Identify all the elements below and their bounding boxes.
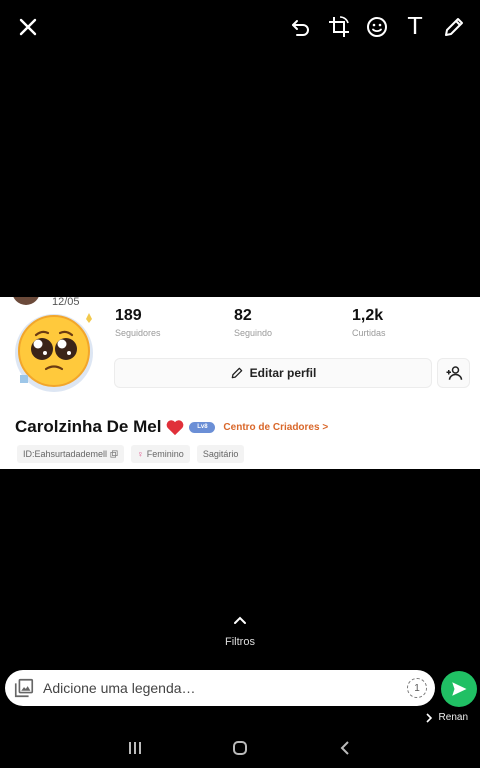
recipient-chip[interactable]: Renan	[425, 712, 468, 723]
chevron-right-icon	[425, 712, 432, 723]
caption-bar: 1	[5, 670, 435, 706]
avatar	[8, 301, 100, 393]
add-friend-button[interactable]	[437, 358, 470, 388]
pleading-face-emoji	[15, 313, 93, 392]
gallery-icon[interactable]	[13, 677, 35, 699]
creator-center-link[interactable]: Centro de Criadores >	[223, 422, 328, 433]
recipient-name: Renan	[438, 712, 468, 723]
add-person-icon	[446, 366, 462, 380]
crop-rotate-icon[interactable]	[324, 12, 354, 42]
editor-toolbar: T	[0, 0, 480, 54]
undo-icon[interactable]	[286, 12, 316, 42]
following-stat[interactable]: 82 Seguindo	[234, 307, 272, 338]
female-icon: ♀	[137, 449, 144, 459]
followers-stat[interactable]: 189 Seguidores	[115, 307, 161, 338]
send-button[interactable]	[441, 671, 477, 707]
zodiac-tag: Sagitário	[196, 445, 245, 463]
profile-tags: ID:Eahsurtadademell ♀ Feminino Sagitário	[17, 445, 245, 464]
close-icon[interactable]	[13, 12, 43, 42]
pencil-icon	[231, 367, 242, 379]
heart-icon	[167, 420, 184, 436]
filters-button[interactable]: Filtros	[200, 612, 280, 652]
pencil-icon[interactable]	[439, 12, 469, 42]
profile-stats: 189 Seguidores 82 Seguindo 1,2k Curtidas	[115, 307, 445, 343]
back-icon[interactable]	[333, 738, 357, 758]
edit-profile-label: Editar perfil	[249, 366, 317, 380]
user-id-tag[interactable]: ID:Eahsurtadademell	[17, 445, 125, 463]
profile-name: Carolzinha De Mel	[15, 417, 162, 436]
filters-label: Filtros	[225, 636, 255, 648]
gender-tag: ♀ Feminino	[131, 445, 190, 463]
likes-stat[interactable]: 1,2k Curtidas	[352, 307, 386, 338]
level-badge: Lv8	[189, 421, 216, 433]
profile-screenshot: 12/05 189 Seguidores 82 Seguindo 1,2k Cu…	[0, 297, 480, 469]
view-once-button[interactable]: 1	[407, 678, 427, 698]
chevron-up-icon	[234, 616, 246, 624]
text-icon[interactable]: T	[400, 12, 430, 42]
copy-icon	[110, 450, 118, 458]
send-icon	[452, 682, 467, 696]
caption-input[interactable]	[43, 680, 393, 696]
edit-profile-button[interactable]: Editar perfil	[114, 358, 432, 388]
emoji-icon[interactable]	[362, 12, 392, 42]
system-navigation-bar	[0, 728, 480, 768]
home-icon[interactable]	[228, 738, 252, 758]
recent-apps-icon[interactable]	[123, 738, 147, 758]
profile-name-row: Carolzinha De Mel Lv8 Centro de Criadore…	[15, 416, 328, 438]
